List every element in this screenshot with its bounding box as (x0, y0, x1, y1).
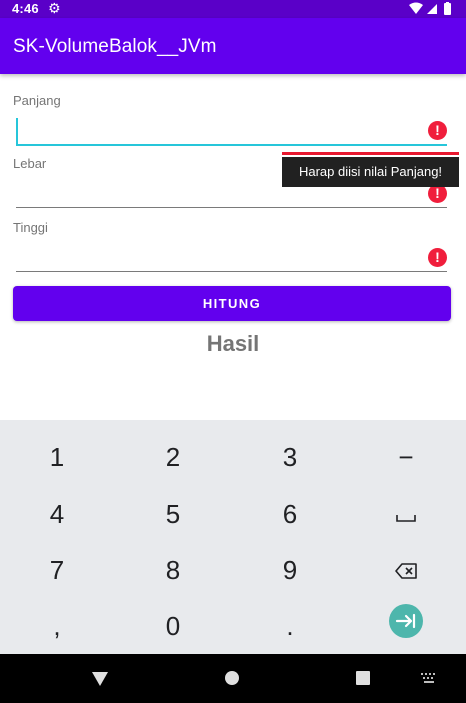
panjang-input[interactable] (16, 114, 447, 148)
space-key[interactable] (376, 494, 436, 534)
tab-next-icon (395, 613, 416, 629)
tinggi-label: Tinggi (13, 220, 48, 235)
key-period[interactable]: . (260, 606, 320, 646)
key-4[interactable]: 4 (27, 494, 87, 534)
key-7[interactable]: 7 (27, 550, 87, 590)
key-2[interactable]: 2 (143, 437, 203, 477)
text-cursor (16, 118, 18, 144)
key-1[interactable]: 1 (27, 437, 87, 477)
settings-gear-icon: ⚙ (48, 0, 61, 16)
tinggi-underline (16, 271, 447, 272)
tinggi-error-icon: ! (428, 248, 447, 267)
next-key[interactable] (389, 604, 423, 638)
app-title: SK-VolumeBalok__JVm (13, 36, 217, 57)
navigation-bar (0, 654, 466, 703)
key-5[interactable]: 5 (143, 494, 203, 534)
space-icon (396, 515, 416, 522)
keyboard-switch-icon[interactable] (420, 672, 438, 684)
recents-icon[interactable] (356, 671, 370, 685)
status-icons (409, 2, 451, 15)
cell-signal-icon (427, 4, 437, 14)
key-0[interactable]: 0 (143, 606, 203, 646)
battery-icon (444, 3, 451, 15)
backspace-key[interactable] (376, 550, 436, 590)
status-time: 4:46 (12, 1, 39, 16)
app-bar: SK-VolumeBalok__JVm (0, 18, 466, 74)
key-6[interactable]: 6 (260, 494, 320, 534)
status-bar: 4:46 ⚙ (0, 0, 466, 18)
panjang-underline (16, 144, 447, 146)
panjang-label: Panjang (13, 93, 61, 108)
key-9[interactable]: 9 (260, 550, 320, 590)
error-tooltip: Harap diisi nilai Panjang! (282, 157, 459, 187)
lebar-label: Lebar (13, 156, 47, 171)
error-tooltip-accent (282, 152, 459, 155)
home-icon[interactable] (225, 671, 239, 685)
wifi-icon (409, 2, 423, 14)
key-8[interactable]: 8 (143, 550, 203, 590)
numeric-keyboard: 1 2 3 − 4 5 6 7 8 9 , 0 . (0, 420, 466, 654)
hitung-button[interactable]: HITUNG (13, 286, 451, 321)
lebar-underline (16, 207, 447, 208)
key-minus[interactable]: − (376, 437, 436, 477)
key-3[interactable]: 3 (260, 437, 320, 477)
hasil-label: Hasil (206, 331, 260, 356)
key-comma[interactable]: , (27, 606, 87, 646)
back-icon[interactable] (92, 672, 108, 686)
backspace-icon (395, 563, 417, 579)
tinggi-input[interactable] (16, 240, 447, 272)
panjang-error-icon: ! (428, 121, 447, 140)
